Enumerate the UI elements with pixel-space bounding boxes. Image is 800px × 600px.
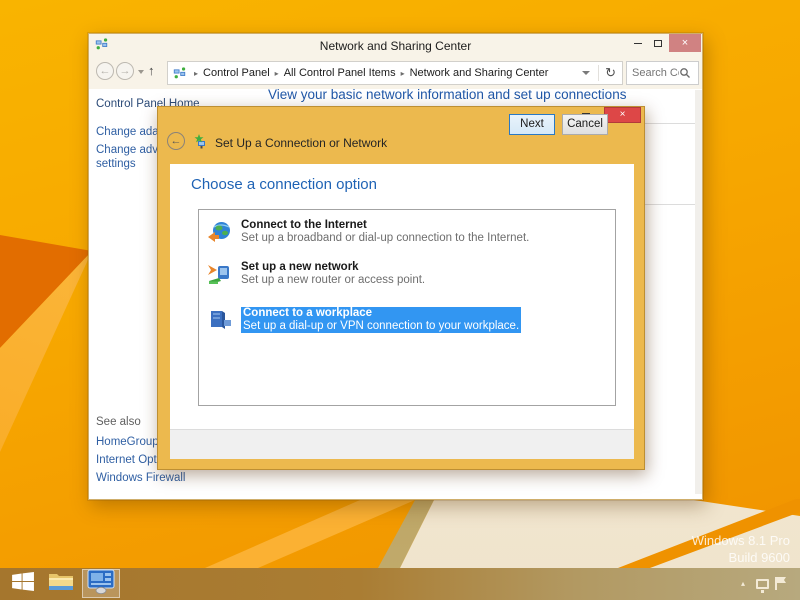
new-network-icon xyxy=(207,261,233,292)
option-title: Connect to a workplace xyxy=(243,307,519,320)
option-title: Set up a new network xyxy=(241,261,425,274)
tray-display-button[interactable] xyxy=(752,569,772,598)
breadcrumb-current[interactable]: Network and Sharing Center xyxy=(410,67,549,79)
watermark-edition: Windows 8.1 Pro xyxy=(692,532,790,549)
refresh-button[interactable]: ↻ xyxy=(598,65,622,81)
setup-network-icon xyxy=(193,134,209,155)
recent-pages-dropdown-icon[interactable] xyxy=(138,70,144,74)
next-button[interactable]: Next xyxy=(509,114,555,135)
maximize-icon xyxy=(654,40,662,47)
dialog-heading: Choose a connection option xyxy=(191,176,377,193)
crumb-separator-icon: ▸ xyxy=(396,69,410,78)
up-icon: ↑ xyxy=(148,63,155,78)
search-input[interactable] xyxy=(627,67,679,79)
maximize-button[interactable] xyxy=(649,34,667,52)
close-icon: × xyxy=(620,109,626,120)
selected-option-highlight: Connect to a workplace Set up a dial-up … xyxy=(241,307,521,333)
dialog-content: Choose a connection option Connect t xyxy=(170,164,634,429)
address-network-icon xyxy=(168,67,189,80)
control-panel-icon xyxy=(86,569,116,599)
refresh-icon: ↻ xyxy=(605,65,616,80)
dialog-title: Set Up a Connection or Network xyxy=(215,136,387,150)
crumb-separator-icon: ▸ xyxy=(189,69,203,78)
page-title: View your basic network information and … xyxy=(268,87,698,102)
dialog-close-button[interactable]: × xyxy=(604,107,641,123)
minimize-button[interactable] xyxy=(629,34,647,52)
option-desc: Set up a new router or access point. xyxy=(241,274,425,287)
dialog-footer xyxy=(170,429,634,459)
file-explorer-button[interactable] xyxy=(44,569,78,598)
setup-connection-dialog: – × ← Set Up a Connection or Network Cho… xyxy=(157,106,645,470)
desktop: Windows 8.1 Pro Build 9600 Network and S… xyxy=(0,0,800,600)
option-desc: Set up a broadband or dial-up connection… xyxy=(241,232,529,245)
forward-icon: → xyxy=(120,65,131,77)
option-connect-workplace[interactable]: Connect to a workplace Set up a dial-up … xyxy=(207,307,607,338)
tray-show-hidden-icon: ▴ xyxy=(741,579,745,588)
back-icon: ← xyxy=(100,65,111,77)
search-box[interactable] xyxy=(626,61,699,85)
close-icon: × xyxy=(682,37,688,49)
forward-button[interactable]: → xyxy=(116,62,134,80)
control-panel-button[interactable] xyxy=(82,569,120,598)
option-new-network[interactable]: Set up a new network Set up a new router… xyxy=(207,261,607,292)
breadcrumb-control-panel[interactable]: Control Panel xyxy=(203,67,270,79)
crumb-separator-icon: ▸ xyxy=(270,69,284,78)
watermark-build: Build 9600 xyxy=(692,549,790,566)
scrollbar[interactable] xyxy=(695,90,702,494)
sidebar-item-windows-firewall[interactable]: Windows Firewall xyxy=(96,471,256,485)
address-bar[interactable]: ▸ Control Panel ▸ All Control Panel Item… xyxy=(167,61,623,85)
workplace-icon xyxy=(207,307,233,338)
connection-options-list: Connect to the Internet Set up a broadba… xyxy=(198,209,616,406)
back-button[interactable]: ← xyxy=(96,62,114,80)
cancel-button[interactable]: Cancel xyxy=(562,114,608,135)
dialog-back-button[interactable]: ← xyxy=(167,132,185,150)
tray-display-icon xyxy=(756,579,769,589)
address-dropdown-icon[interactable] xyxy=(582,71,590,75)
tray-show-hidden-button[interactable]: ▴ xyxy=(736,569,750,598)
window-title: Network and Sharing Center xyxy=(89,39,702,53)
taskbar: ▴ xyxy=(0,568,800,600)
up-button[interactable]: ↑ xyxy=(148,63,155,78)
option-title: Connect to the Internet xyxy=(241,219,529,232)
file-explorer-icon xyxy=(48,571,74,597)
action-center-button[interactable] xyxy=(772,569,790,598)
tray-flag-icon xyxy=(775,577,787,590)
close-button[interactable]: × xyxy=(669,34,701,52)
start-icon xyxy=(12,572,35,596)
search-icon xyxy=(679,67,691,79)
start-button[interactable] xyxy=(6,569,40,598)
minimize-icon xyxy=(634,43,642,44)
breadcrumb-all-items[interactable]: All Control Panel Items xyxy=(284,67,396,79)
internet-globe-icon xyxy=(207,219,233,250)
back-icon: ← xyxy=(171,135,182,147)
option-desc: Set up a dial-up or VPN connection to yo… xyxy=(243,320,519,333)
option-connect-internet[interactable]: Connect to the Internet Set up a broadba… xyxy=(207,219,607,250)
windows-watermark: Windows 8.1 Pro Build 9600 xyxy=(692,532,790,566)
